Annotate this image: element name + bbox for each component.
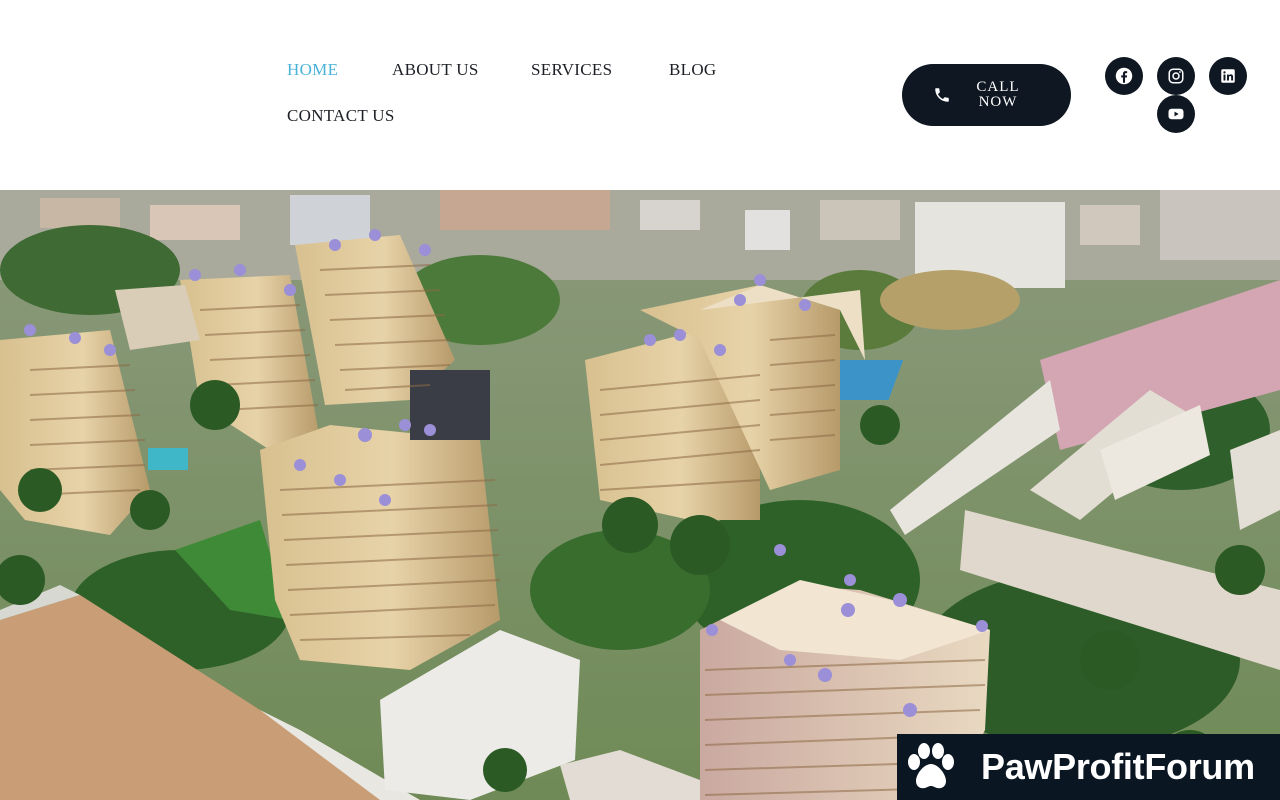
nav-home[interactable]: HOME: [287, 60, 338, 80]
nav-services[interactable]: SERVICES: [531, 60, 612, 80]
youtube-icon: [1168, 108, 1184, 120]
facebook-icon: [1115, 67, 1133, 85]
nav-contact-us[interactable]: CONTACT US: [287, 106, 395, 126]
call-now-label: CALL NOW: [972, 80, 1024, 110]
youtube-link[interactable]: [1157, 95, 1195, 133]
aerial-city-illustration: [0, 190, 1280, 800]
site-header: HOME ABOUT US SERVICES BLOG CONTACT US C…: [0, 0, 1280, 190]
call-now-button[interactable]: CALL NOW: [902, 64, 1071, 126]
nav-about-us[interactable]: ABOUT US: [392, 60, 479, 80]
instagram-link[interactable]: [1157, 57, 1195, 95]
linkedin-icon: [1221, 69, 1235, 83]
hero-aerial-image: [0, 190, 1280, 800]
linkedin-link[interactable]: [1209, 57, 1247, 95]
facebook-link[interactable]: [1105, 57, 1143, 95]
phone-icon: [935, 88, 949, 102]
paw-icon: [908, 743, 954, 789]
call-label-line2: NOW: [978, 94, 1018, 110]
pawprofitforum-watermark: PawProfitForum: [897, 734, 1280, 800]
call-label-line1: CALL: [976, 79, 1020, 95]
nav-blog[interactable]: BLOG: [669, 60, 716, 80]
watermark-text: PawProfitForum: [981, 746, 1255, 787]
instagram-icon: [1168, 68, 1184, 84]
